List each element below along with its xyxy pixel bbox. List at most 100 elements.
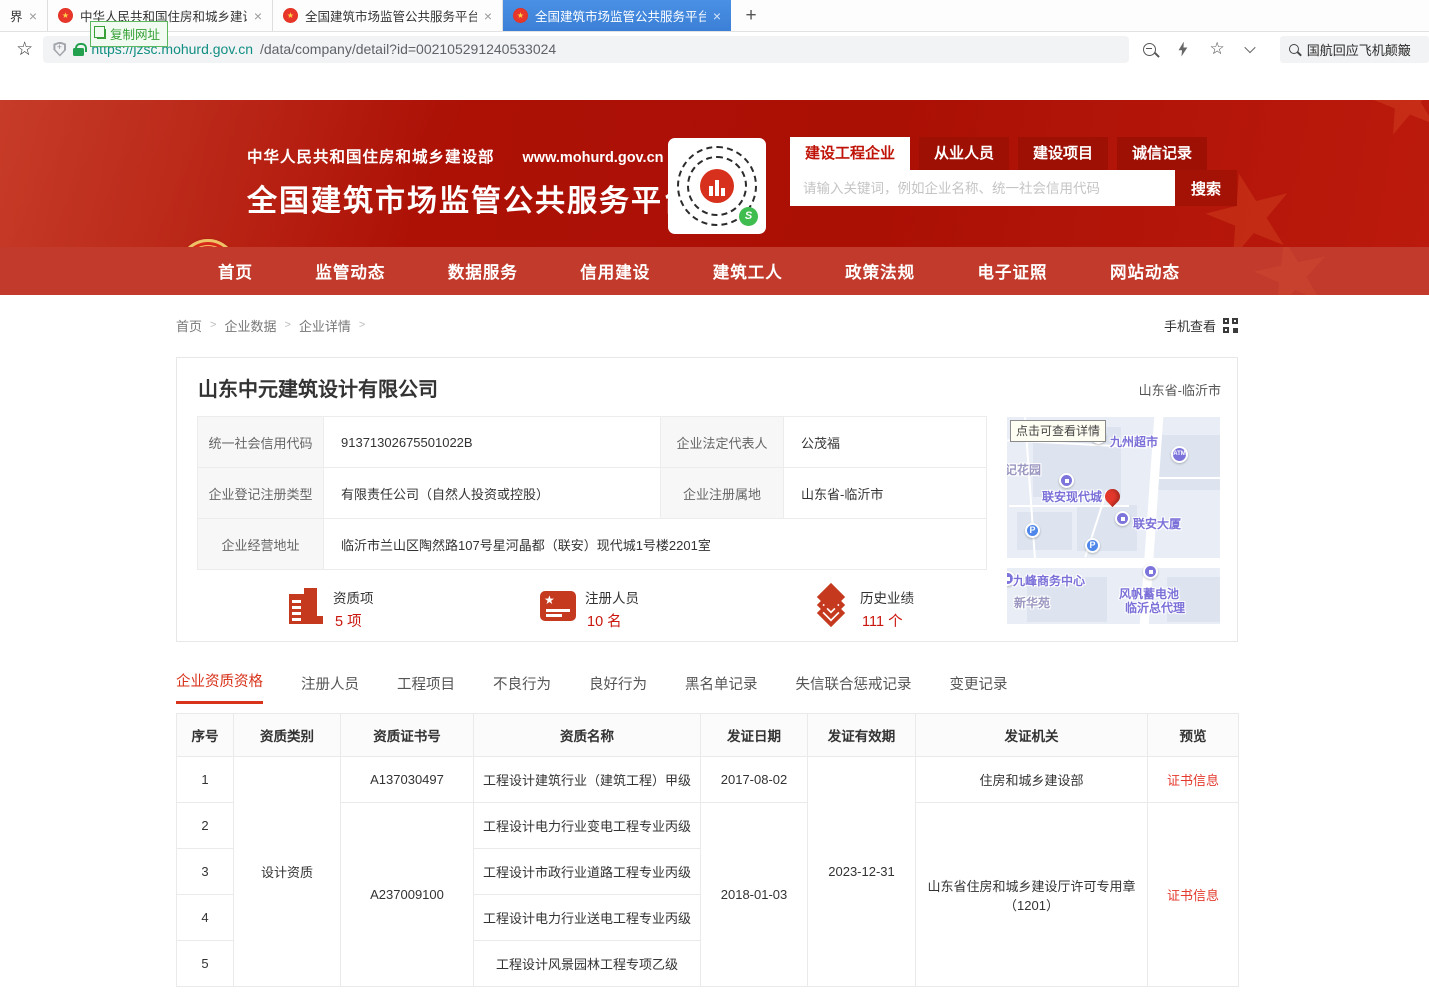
breadcrumb-separator: > <box>210 319 216 331</box>
url-path: /data/company/detail?id=0021052912405330… <box>260 41 556 57</box>
close-icon[interactable]: × <box>484 8 492 24</box>
certificate-icon: ★ <box>540 591 576 621</box>
ministry-site-url: www.mohurd.gov.cn <box>523 150 664 166</box>
company-region: 山东省-临沂市 <box>1139 380 1221 399</box>
field-value: 临沂市兰山区陶然路107号星河晶都（联安）现代城1号楼2201室 <box>324 519 987 570</box>
col-header: 预览 <box>1148 714 1239 757</box>
field-label: 企业法定代表人 <box>661 417 784 468</box>
close-icon[interactable]: × <box>713 8 721 24</box>
tab-bad-behavior[interactable]: 不良行为 <box>493 673 551 704</box>
map-poi-marker[interactable] <box>1115 511 1130 526</box>
page-top-gap <box>0 66 1429 100</box>
map-poi-label: 联安现代城 <box>1042 488 1102 505</box>
map-atm-marker[interactable]: ATM <box>1171 446 1188 463</box>
breadcrumb-company-detail: 企业详情 <box>299 316 351 335</box>
close-icon[interactable]: × <box>29 8 37 24</box>
lightning-icon[interactable] <box>1177 42 1188 57</box>
field-label: 统一社会信用代码 <box>198 417 324 468</box>
search-tab-credit[interactable]: 诚信记录 <box>1117 137 1207 170</box>
map-poi-label: 记花园 <box>1007 461 1041 478</box>
nav-item-news[interactable]: 网站动态 <box>1110 259 1180 283</box>
browser-tab-jzsc[interactable]: ★ 全国建筑市场监管公共服务平台 × <box>273 0 503 31</box>
cell-qual-name: 工程设计风景园林工程专项乙级 <box>474 941 701 987</box>
tab-qualifications[interactable]: 企业资质资格 <box>176 670 263 704</box>
stat-value: 10 名 <box>585 610 639 631</box>
nav-item-data-service[interactable]: 数据服务 <box>448 259 518 283</box>
map-poi-marker[interactable] <box>1059 473 1074 488</box>
zoom-out-icon[interactable] <box>1143 43 1156 56</box>
browser-window: 界 × ★ 中华人民共和国住房和城乡建设 × ★ 全国建筑市场监管公共服务平台 … <box>0 0 1429 996</box>
bookmark-star-icon[interactable]: ☆ <box>10 38 39 61</box>
field-value: 公茂福 <box>784 417 987 468</box>
map-poi-marker[interactable] <box>1143 564 1158 579</box>
qr-code: S <box>668 138 766 234</box>
main-nav: 首页 监管动态 数据服务 信用建设 建筑工人 政策法规 电子证照 网站动态 <box>0 247 1429 295</box>
detail-tabs: 企业资质资格 注册人员 工程项目 不良行为 良好行为 黑名单记录 失信联合惩戒记… <box>176 670 1429 704</box>
stat-label: 历史业绩 <box>860 587 914 607</box>
search-tab-project[interactable]: 建设项目 <box>1018 137 1108 170</box>
table-row: 统一社会信用代码 91371302675501022B 企业法定代表人 公茂福 <box>198 417 987 468</box>
tab-registered-personnel[interactable]: 注册人员 <box>301 673 359 704</box>
mobile-view-button[interactable]: 手机查看 <box>1164 316 1238 335</box>
map-poi-label: 新华苑 <box>1014 594 1050 611</box>
favorite-star-icon[interactable]: ☆ <box>1209 42 1224 56</box>
map-poi-label: 九峰商务中心 <box>1013 572 1085 589</box>
nav-item-policy[interactable]: 政策法规 <box>845 259 915 283</box>
nav-item-supervision[interactable]: 监管动态 <box>315 259 385 283</box>
cell-issue-date: 2017-08-02 <box>701 757 808 803</box>
certificate-info-link[interactable]: 证书信息 <box>1148 803 1239 987</box>
nav-item-credit[interactable]: 信用建设 <box>580 259 650 283</box>
field-value: 91371302675501022B <box>324 417 661 468</box>
site-favicon-icon: ★ <box>513 8 528 23</box>
table-row: 企业经营地址 临沂市兰山区陶然路107号星河晶都（联安）现代城1号楼2201室 <box>198 519 987 570</box>
tab-title: 全国建筑市场监管公共服务平台 <box>535 6 706 25</box>
new-tab-button[interactable]: + <box>731 0 771 31</box>
search-tab-enterprise[interactable]: 建设工程企业 <box>790 137 910 170</box>
table-row: 1 设计资质 A137030497 工程设计建筑行业（建筑工程）甲级 2017-… <box>177 757 1239 803</box>
map-poi-label: 联安大厦 <box>1133 515 1181 532</box>
nav-item-certificate[interactable]: 电子证照 <box>978 259 1048 283</box>
nav-item-home[interactable]: 首页 <box>218 259 253 283</box>
tab-dishonesty[interactable]: 失信联合惩戒记录 <box>796 673 912 704</box>
qr-code-icon <box>1223 318 1238 333</box>
cell-cert-no: A137030497 <box>341 757 474 803</box>
tab-change-records[interactable]: 变更记录 <box>950 673 1008 704</box>
header-search: 建设工程企业 从业人员 建设项目 诚信记录 搜索 <box>790 137 1237 206</box>
search-tab-personnel[interactable]: 从业人员 <box>919 137 1009 170</box>
tab-good-behavior[interactable]: 良好行为 <box>589 673 647 704</box>
building-icon <box>284 586 324 626</box>
breadcrumb-home[interactable]: 首页 <box>176 316 202 335</box>
browser-search-box[interactable]: 国航回应飞机颠簸 <box>1280 36 1429 63</box>
field-label: 企业经营地址 <box>198 519 324 570</box>
shield-permission-icon[interactable] <box>53 42 66 57</box>
browser-toolbar: ☆ https://jzsc.mohurd.gov.cn/data/compan… <box>0 32 1429 66</box>
chevron-down-icon[interactable] <box>1244 42 1255 53</box>
certificate-info-link[interactable]: 证书信息 <box>1148 757 1239 803</box>
cell-qual-name: 工程设计电力行业变电工程专业丙级 <box>474 803 701 849</box>
ministry-name: 中华人民共和国住房和城乡建设部 <box>247 145 495 167</box>
tab-blacklist[interactable]: 黑名单记录 <box>685 673 758 704</box>
browser-tab-partial[interactable]: 界 × <box>0 0 48 31</box>
browser-tab-active[interactable]: ★ 全国建筑市场监管公共服务平台 × <box>503 0 731 31</box>
keyword-search-input[interactable] <box>790 170 1175 206</box>
breadcrumb: 首页 > 企业数据 > 企业详情 > 手机查看 <box>176 315 1238 335</box>
copy-icon <box>97 29 106 39</box>
qr-center-logo <box>700 169 734 203</box>
site-brand: 中华人民共和国住房和城乡建设部 www.mohurd.gov.cn 全国建筑市场… <box>247 145 695 220</box>
field-label: 企业登记注册类型 <box>198 468 324 519</box>
close-icon[interactable]: × <box>254 8 262 24</box>
map-parking-marker[interactable]: P <box>1085 538 1100 553</box>
field-value: 有限责任公司（自然人投资或控股） <box>324 468 661 519</box>
field-value: 山东省-临沂市 <box>784 468 987 519</box>
cell-no: 3 <box>177 849 234 895</box>
col-header: 发证日期 <box>701 714 808 757</box>
search-button[interactable]: 搜索 <box>1175 170 1237 206</box>
address-bar[interactable]: https://jzsc.mohurd.gov.cn/data/company/… <box>43 36 1129 63</box>
site-header: ★ ★ ★ 中华人民共和国住房和城乡建设部 www.mohurd.gov.cn … <box>0 100 1429 247</box>
breadcrumb-company-data[interactable]: 企业数据 <box>224 316 276 335</box>
tab-projects[interactable]: 工程项目 <box>397 673 455 704</box>
nav-item-workers[interactable]: 建筑工人 <box>713 259 783 283</box>
map-parking-marker[interactable]: P <box>1025 523 1040 538</box>
col-header: 资质名称 <box>474 714 701 757</box>
location-map[interactable]: 点击可查看详情 九州超市 ATM 记花园 联安现代城 联安大厦 P P 九峰商务… <box>1007 417 1220 624</box>
